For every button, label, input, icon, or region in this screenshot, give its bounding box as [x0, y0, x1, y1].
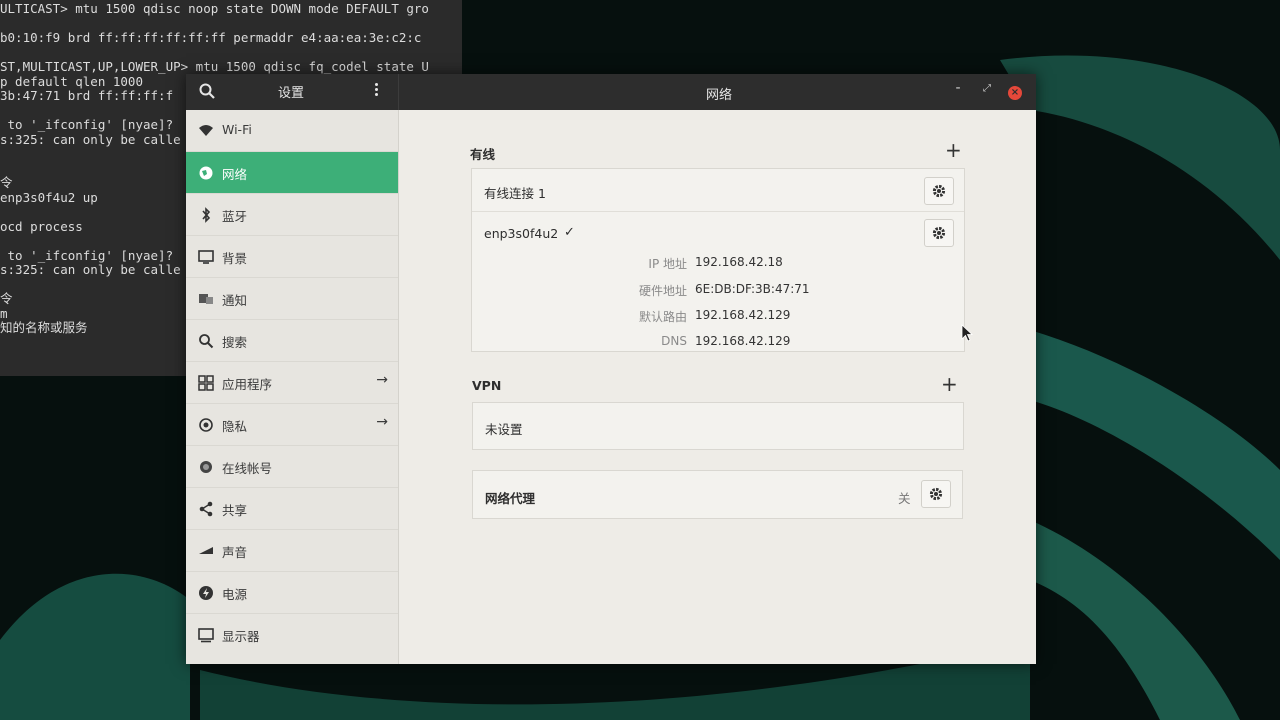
wifi-icon [199, 125, 213, 136]
sidebar-item-bluetooth[interactable]: 蓝牙 [186, 194, 398, 236]
sidebar-item-network[interactable]: 网络 [186, 152, 398, 194]
sidebar-item-notification[interactable]: 通知 [186, 278, 398, 320]
mouse-cursor-icon [961, 324, 973, 342]
apps-icon [198, 375, 214, 391]
minimize-button[interactable]: - [950, 80, 966, 96]
search-icon[interactable] [198, 82, 216, 100]
vpn-section-title: VPN [472, 378, 502, 393]
vpn-card: 未设置 [472, 402, 964, 450]
proxy-state: 关 [898, 491, 911, 506]
sidebar: Wi-Fi 网络 蓝牙 背景 通知 搜索 应用程序 → 隐私 → 在线帐号 共享… [186, 110, 399, 664]
sidebar-item-label: 显示器 [222, 629, 260, 644]
gear-icon [929, 487, 943, 501]
sidebar-item-sound[interactable]: 声音 [186, 530, 398, 572]
sidebar-item-label: Wi-Fi [222, 122, 252, 137]
hardware-address-value: 6E:DB:DF:3B:47:71 [695, 282, 810, 296]
sidebar-item-share[interactable]: 共享 [186, 488, 398, 530]
wired-card: 有线连接 1 enp3s0f4u2 ✓ IP 地址 192.168.42.18 … [471, 168, 965, 352]
dns-label: DNS [661, 334, 687, 348]
sidebar-item-background[interactable]: 背景 [186, 236, 398, 278]
network-icon [199, 166, 213, 180]
maximize-button[interactable]: ⤢ [979, 83, 995, 94]
sidebar-item-apps[interactable]: 应用程序 → [186, 362, 398, 404]
add-vpn-button[interactable]: + [941, 372, 958, 396]
sidebar-item-privacy[interactable]: 隐私 → [186, 404, 398, 446]
gear-icon [932, 184, 946, 198]
sidebar-item-label: 蓝牙 [222, 209, 248, 224]
bluetooth-icon [202, 207, 211, 223]
title-divider [398, 74, 399, 110]
sidebar-item-label: 声音 [222, 545, 248, 560]
page-title: 网络 [706, 88, 733, 103]
wired-section-title: 有线 [470, 147, 496, 162]
card-divider [472, 211, 964, 212]
device-name: enp3s0f4u2 [484, 226, 559, 241]
sidebar-item-label: 电源 [222, 587, 248, 602]
sidebar-item-search[interactable]: 搜索 [186, 320, 398, 362]
gear-icon [932, 226, 946, 240]
default-route-label: 默认路由 [638, 310, 687, 324]
sidebar-item-label: 搜索 [222, 335, 248, 350]
privacy-icon [199, 418, 213, 432]
ip-address-label: IP 地址 [648, 257, 687, 271]
network-panel: 有线 + 有线连接 1 enp3s0f4u2 ✓ IP 地址 192.168.4… [399, 110, 1036, 664]
sidebar-item-display[interactable]: 显示器 [186, 614, 398, 655]
default-route-value: 192.168.42.129 [695, 308, 791, 322]
ip-address-value: 192.168.42.18 [695, 255, 783, 269]
sidebar-item-label: 共享 [222, 503, 248, 518]
settings-window: 设置 网络 - ⤢ × Wi-Fi 网络 蓝牙 背景 通知 搜索 应用程序 → … [186, 74, 1036, 664]
sidebar-item-power[interactable]: 电源 [186, 572, 398, 614]
sidebar-item-label: 背景 [222, 251, 248, 266]
add-wired-button[interactable]: + [945, 138, 962, 162]
background-icon [198, 250, 214, 264]
notification-icon [199, 294, 213, 304]
proxy-settings-button[interactable] [921, 480, 951, 508]
power-icon [199, 586, 213, 600]
check-icon: ✓ [564, 225, 575, 240]
search-icon [199, 334, 214, 349]
sidebar-item-label: 在线帐号 [222, 461, 273, 476]
title-bar: 设置 网络 - ⤢ × [186, 74, 1036, 110]
dns-value: 192.168.42.129 [695, 334, 791, 348]
menu-icon[interactable] [372, 81, 380, 101]
sidebar-item-label: 通知 [222, 293, 248, 308]
sidebar-item-online-accounts[interactable]: 在线帐号 [186, 446, 398, 488]
proxy-card[interactable]: 网络代理 关 [472, 470, 963, 519]
settings-title: 设置 [278, 86, 305, 101]
sound-icon [199, 547, 213, 554]
hardware-address-label: 硬件地址 [638, 284, 687, 298]
sidebar-item-label: 隐私 [222, 419, 248, 434]
arrow-right-icon: → [376, 372, 388, 388]
sidebar-item-label: 应用程序 [222, 377, 273, 392]
vpn-status: 未设置 [485, 422, 523, 437]
arrow-right-icon: → [376, 414, 388, 430]
close-button[interactable]: × [1008, 86, 1022, 100]
sidebar-item-label: 网络 [222, 167, 248, 182]
display-icon [198, 628, 214, 643]
wired-connection-name: 有线连接 1 [484, 186, 546, 201]
proxy-title: 网络代理 [485, 491, 536, 506]
wired-connection-settings-button[interactable] [924, 177, 954, 205]
online-accounts-icon [200, 461, 212, 473]
device-settings-button[interactable] [924, 219, 954, 247]
share-icon [199, 501, 213, 517]
sidebar-item-wifi[interactable]: Wi-Fi [186, 110, 398, 152]
